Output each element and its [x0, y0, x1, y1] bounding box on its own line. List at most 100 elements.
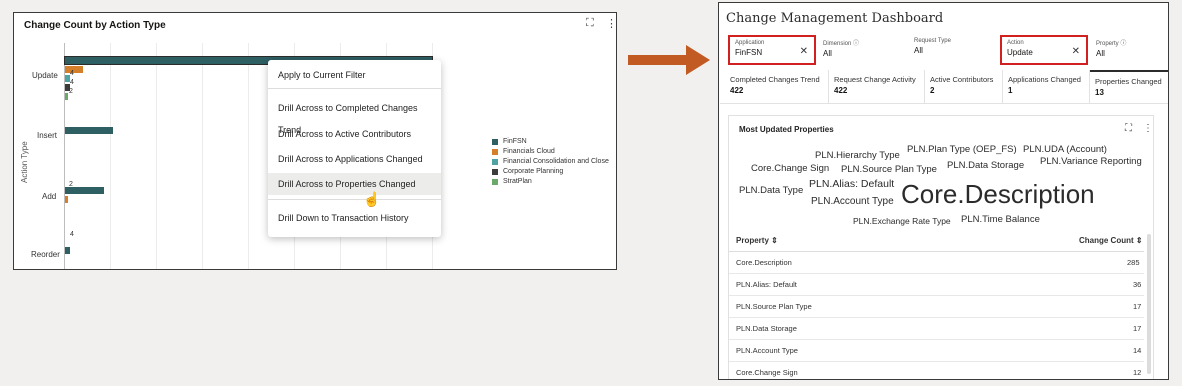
bar-update-stratplan[interactable] — [65, 93, 68, 100]
legend-label: StratPlan — [503, 178, 532, 185]
bar-update-financials-cloud[interactable] — [65, 66, 83, 73]
word-cloud-item[interactable]: PLN.Time Balance — [961, 214, 1040, 225]
kpi-label: Request Change Activity — [834, 75, 916, 84]
word-cloud-item[interactable]: PLN.Hierarchy Type — [815, 150, 900, 161]
word-cloud-item[interactable]: PLN.Variance Reporting — [1040, 156, 1142, 167]
legend-label: Corporate Planning — [503, 168, 564, 175]
filter-value: Update — [1007, 48, 1033, 57]
bar-add-finfsn[interactable] — [65, 187, 104, 194]
table-header: Property ⇕ Change Count ⇕ — [729, 230, 1144, 252]
cell-count: 14 — [1133, 346, 1142, 355]
kpi-value: 422 — [834, 86, 848, 95]
menu-item-drill-active-contributors[interactable]: Drill Across to Active Contributors — [268, 123, 441, 145]
close-icon[interactable]: ✕ — [1072, 46, 1080, 57]
filter-property[interactable]: Property ⓘ All — [1091, 35, 1168, 65]
cell-count: 36 — [1133, 280, 1142, 289]
table-scrollbar[interactable] — [1147, 234, 1151, 374]
kpi-applications-changed[interactable]: Applications Changed 1 — [1003, 70, 1090, 104]
kpi-label: Applications Changed — [1008, 75, 1081, 84]
expand-icon[interactable]: ⛶ — [586, 17, 594, 30]
table-row[interactable]: Core.Change Sign 12 — [729, 362, 1144, 379]
help-icon: ⓘ — [853, 41, 860, 47]
cell-property: Core.Description — [736, 258, 792, 267]
filter-value: All — [823, 49, 832, 58]
legend-swatch — [492, 158, 498, 165]
cell-property: PLN.Alias: Default — [736, 280, 797, 289]
menu-item-apply-filter[interactable]: Apply to Current Filter — [268, 64, 441, 86]
word-cloud-item[interactable]: PLN.Account Type — [811, 196, 894, 207]
legend-item[interactable]: FinFSN — [492, 138, 609, 145]
bar-add-financials-cloud[interactable] — [65, 196, 68, 203]
word-cloud-item[interactable]: Core.Description — [901, 179, 1095, 210]
legend-item[interactable]: StratPlan — [492, 178, 609, 185]
legend-label: Financials Cloud — [503, 148, 555, 155]
hand-pointer-icon: ☝ — [363, 191, 381, 207]
change-management-dashboard: Change Management Dashboard Application … — [718, 2, 1169, 380]
cell-count: 285 — [1127, 258, 1140, 267]
filter-request-type[interactable]: Request Type All — [909, 35, 997, 65]
filter-label: Application — [735, 40, 765, 46]
cell-property: Core.Change Sign — [736, 368, 798, 377]
filter-label: Dimension ⓘ — [823, 41, 860, 47]
filter-label: Request Type — [914, 38, 951, 44]
menu-item-drill-applications-changed[interactable]: Drill Across to Applications Changed — [268, 148, 441, 170]
kpi-value: 13 — [1095, 88, 1104, 97]
category-label-insert: Insert — [37, 131, 58, 140]
table-row[interactable]: PLN.Alias: Default 36 — [729, 274, 1144, 296]
filter-value: All — [1096, 49, 1105, 58]
kpi-properties-changed[interactable]: Properties Changed 13 — [1090, 70, 1168, 104]
bar-reorder-finfsn[interactable] — [65, 247, 71, 254]
bar-value-update-financials: 4 — [70, 70, 74, 77]
kpi-label: Properties Changed — [1095, 77, 1162, 86]
table-row[interactable]: PLN.Source Plan Type 17 — [729, 296, 1144, 318]
word-cloud-item[interactable]: Core.Change Sign — [751, 163, 829, 174]
word-cloud-item[interactable]: PLN.Alias: Default — [809, 178, 894, 190]
kpi-tabs: Completed Changes Trend 422 Request Chan… — [720, 70, 1168, 104]
kpi-request-change-activity[interactable]: Request Change Activity 422 — [829, 70, 925, 104]
word-cloud-item[interactable]: PLN.UDA (Account) — [1023, 144, 1107, 155]
menu-item-drill-properties-changed[interactable]: Drill Across to Properties Changed — [268, 173, 441, 195]
close-icon[interactable]: ✕ — [800, 46, 808, 57]
kpi-active-contributors[interactable]: Active Contributors 2 — [925, 70, 1003, 104]
filter-dimension[interactable]: Dimension ⓘ All — [818, 35, 906, 65]
legend-item[interactable]: Corporate Planning — [492, 168, 609, 175]
menu-item-drill-completed-changes[interactable]: Drill Across to Completed Changes Trend — [268, 97, 441, 135]
dashboard-title: Change Management Dashboard — [726, 11, 944, 26]
kpi-label: Completed Changes Trend — [730, 75, 820, 84]
chart-title: Change Count by Action Type — [24, 20, 166, 31]
menu-item-drill-transaction-history[interactable]: Drill Down to Transaction History — [268, 207, 441, 229]
filter-application[interactable]: Application FinFSN ✕ — [728, 35, 816, 65]
column-header-property[interactable]: Property ⇕ — [736, 236, 778, 245]
word-cloud-item[interactable]: PLN.Plan Type (OEP_FS) — [907, 144, 1017, 155]
word-cloud-item[interactable]: PLN.Source Plan Type — [841, 164, 937, 175]
word-cloud-item[interactable]: PLN.Data Type — [739, 185, 803, 196]
cell-property: PLN.Data Storage — [736, 324, 797, 333]
more-vertical-icon[interactable]: ⋮ — [606, 17, 617, 30]
filter-action[interactable]: Action Update ✕ — [1000, 35, 1088, 65]
word-cloud-item[interactable]: PLN.Exchange Rate Type — [853, 216, 951, 226]
legend-swatch — [492, 178, 498, 185]
bar-value-update-corporate: 2 — [69, 88, 73, 95]
bar-insert-finfsn[interactable] — [65, 127, 113, 134]
table-row[interactable]: PLN.Data Storage 17 — [729, 318, 1144, 340]
expand-icon[interactable]: ⛶ — [1125, 123, 1132, 134]
column-header-change-count[interactable]: Change Count ⇕ — [1079, 236, 1143, 245]
filter-label: Action — [1007, 40, 1024, 46]
chart-legend: FinFSN Financials Cloud Financial Consolid… — [492, 138, 609, 188]
more-vertical-icon[interactable]: ⋮ — [1143, 123, 1153, 134]
change-count-chart-panel: Change Count by Action Type ⛶ ⋮ Action T… — [13, 12, 617, 270]
sort-icon: ⇕ — [1135, 236, 1143, 245]
cell-property: PLN.Source Plan Type — [736, 302, 812, 311]
table-row[interactable]: Core.Description 285 — [729, 252, 1144, 274]
legend-label: Financial Consolidation and Close — [503, 158, 609, 165]
kpi-completed-changes-trend[interactable]: Completed Changes Trend 422 — [725, 70, 829, 104]
legend-item[interactable]: Financials Cloud — [492, 148, 609, 155]
table-row[interactable]: PLN.Account Type 14 — [729, 340, 1144, 362]
right-arrow-icon — [628, 45, 710, 75]
legend-item[interactable]: Financial Consolidation and Close — [492, 158, 609, 165]
card-title: Most Updated Properties — [739, 125, 834, 134]
bar-value-update-fcc: 4 — [70, 79, 74, 86]
word-cloud-item[interactable]: PLN.Data Storage — [947, 160, 1024, 171]
legend-swatch — [492, 138, 498, 145]
filter-label: Property ⓘ — [1096, 41, 1127, 47]
